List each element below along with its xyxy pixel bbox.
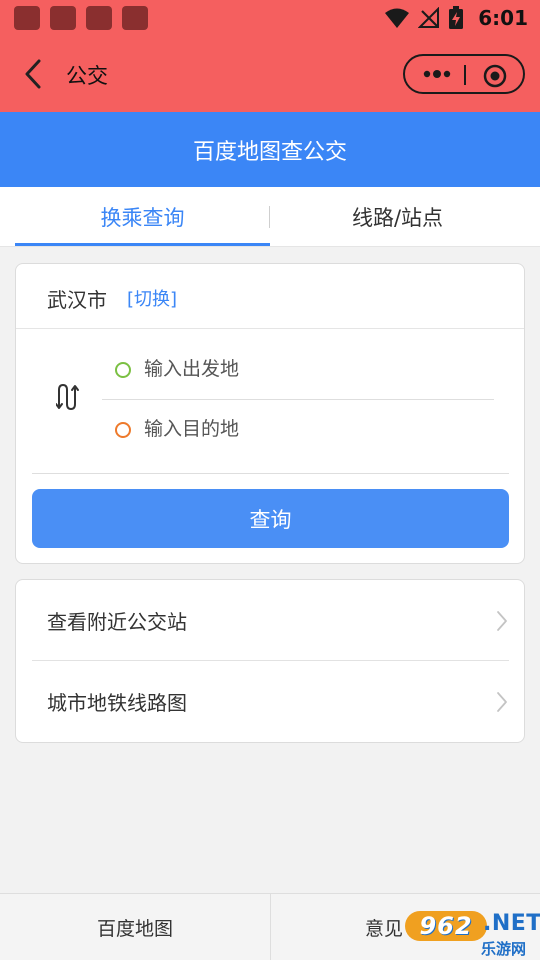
chevron-right-icon	[497, 611, 507, 631]
divider	[16, 328, 524, 329]
end-dot-icon	[115, 422, 131, 438]
tab-transfer-query[interactable]: 换乘查询	[15, 187, 270, 247]
transfer-card: 武汉市 [切换] 查询	[15, 263, 525, 564]
switch-city-link[interactable]: [切换]	[127, 285, 177, 311]
notification-icon	[50, 6, 76, 30]
status-bar: 6:01	[0, 0, 540, 36]
swap-icon[interactable]	[56, 382, 82, 412]
mini-program-capsule	[403, 54, 525, 94]
city-name: 武汉市	[47, 288, 107, 312]
clock: 6:01	[478, 6, 528, 30]
notification-icon	[122, 6, 148, 30]
start-input[interactable]	[144, 351, 494, 387]
start-dot-icon	[115, 362, 131, 378]
end-input[interactable]	[144, 411, 494, 447]
metro-map-row[interactable]: 城市地铁线路图	[16, 661, 524, 742]
nearby-stops-label: 查看附近公交站	[47, 610, 187, 634]
tab-bar: 换乘查询 线路/站点	[0, 187, 540, 247]
more-dots-icon[interactable]	[421, 67, 453, 81]
wifi-icon	[385, 8, 410, 28]
header-banner: 百度地图查公交	[0, 112, 540, 187]
page-title: 公交	[66, 64, 108, 88]
query-button[interactable]: 查询	[32, 489, 509, 548]
notification-icon	[86, 6, 112, 30]
header-title: 百度地图查公交	[192, 139, 347, 165]
status-right: 6:01	[384, 4, 528, 32]
divider	[32, 473, 509, 474]
close-target-icon[interactable]	[483, 64, 507, 88]
chevron-right-icon	[497, 692, 507, 712]
no-signal-icon	[418, 7, 440, 28]
nearby-stops-row[interactable]: 查看附近公交站	[16, 580, 524, 661]
links-card: 查看附近公交站 城市地铁线路图	[15, 579, 525, 743]
watermark-net: .NET	[483, 911, 540, 936]
watermark-badge: 962	[405, 911, 487, 941]
watermark-logo: 962 .NET 乐游网	[405, 908, 540, 958]
metro-map-label: 城市地铁线路图	[47, 691, 187, 715]
watermark-sub: 乐游网	[481, 940, 527, 958]
baidu-map-button[interactable]: 百度地图	[0, 894, 270, 960]
notification-icon	[14, 6, 40, 30]
input-divider	[102, 399, 494, 400]
back-arrow-icon[interactable]	[20, 58, 48, 90]
title-bar: 公交	[0, 36, 540, 112]
capsule-divider	[464, 65, 466, 85]
battery-charging-icon	[449, 6, 464, 29]
tab-line-station[interactable]: 线路/站点	[270, 187, 525, 247]
